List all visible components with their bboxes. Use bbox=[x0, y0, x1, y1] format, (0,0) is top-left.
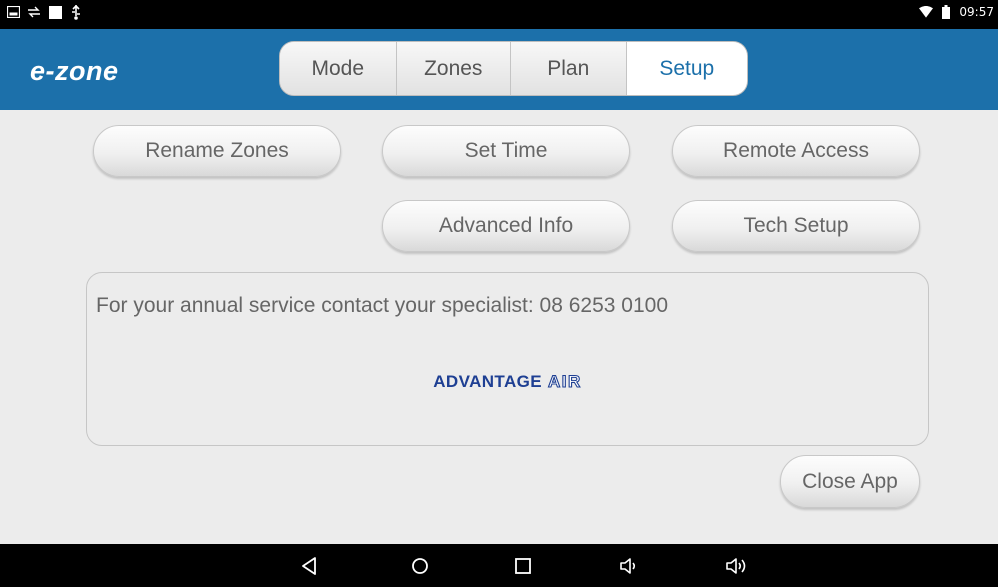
tab-mode[interactable]: Mode bbox=[280, 42, 397, 95]
battery-icon bbox=[939, 5, 953, 19]
remote-access-button[interactable]: Remote Access bbox=[672, 125, 920, 177]
screenshot-icon bbox=[6, 5, 20, 19]
tech-setup-button[interactable]: Tech Setup bbox=[672, 200, 920, 252]
brand-word-air: AIR bbox=[547, 371, 582, 391]
volume-down-icon[interactable] bbox=[617, 554, 641, 578]
volume-up-icon[interactable] bbox=[723, 554, 751, 578]
status-bar-left bbox=[6, 4, 83, 20]
navigation-bar bbox=[0, 544, 998, 587]
tab-setup[interactable]: Setup bbox=[626, 42, 747, 95]
advantage-air-logo: ADVANTAGE AIR bbox=[87, 371, 928, 392]
sync-icon bbox=[27, 5, 41, 19]
status-time: 09:57 bbox=[959, 5, 994, 19]
tab-plan[interactable]: Plan bbox=[511, 42, 627, 95]
rename-zones-button[interactable]: Rename Zones bbox=[93, 125, 341, 177]
app-header: e-zone Mode Zones Plan Setup bbox=[0, 29, 998, 110]
set-time-button[interactable]: Set Time bbox=[382, 125, 630, 177]
back-icon[interactable] bbox=[297, 554, 321, 578]
status-bar-right: 09:57 bbox=[919, 5, 994, 19]
brand-word-advantage: ADVANTAGE bbox=[433, 372, 542, 391]
recents-icon[interactable] bbox=[511, 554, 535, 578]
square-icon bbox=[48, 5, 62, 19]
setup-panel: Rename Zones Set Time Remote Access Adva… bbox=[0, 110, 998, 544]
service-info-box: For your annual service contact your spe… bbox=[86, 272, 929, 446]
advanced-info-button[interactable]: Advanced Info bbox=[382, 200, 630, 252]
close-app-button[interactable]: Close App bbox=[780, 455, 920, 508]
status-bar: 09:57 bbox=[0, 0, 998, 29]
tab-zones[interactable]: Zones bbox=[396, 42, 512, 95]
wifi-icon bbox=[919, 5, 934, 19]
app-logo: e-zone bbox=[30, 56, 119, 86]
service-contact-text: For your annual service contact your spe… bbox=[96, 294, 668, 317]
main-tab-bar: Mode Zones Plan Setup bbox=[279, 41, 748, 96]
usb-icon bbox=[69, 4, 83, 20]
home-icon[interactable] bbox=[408, 554, 432, 578]
